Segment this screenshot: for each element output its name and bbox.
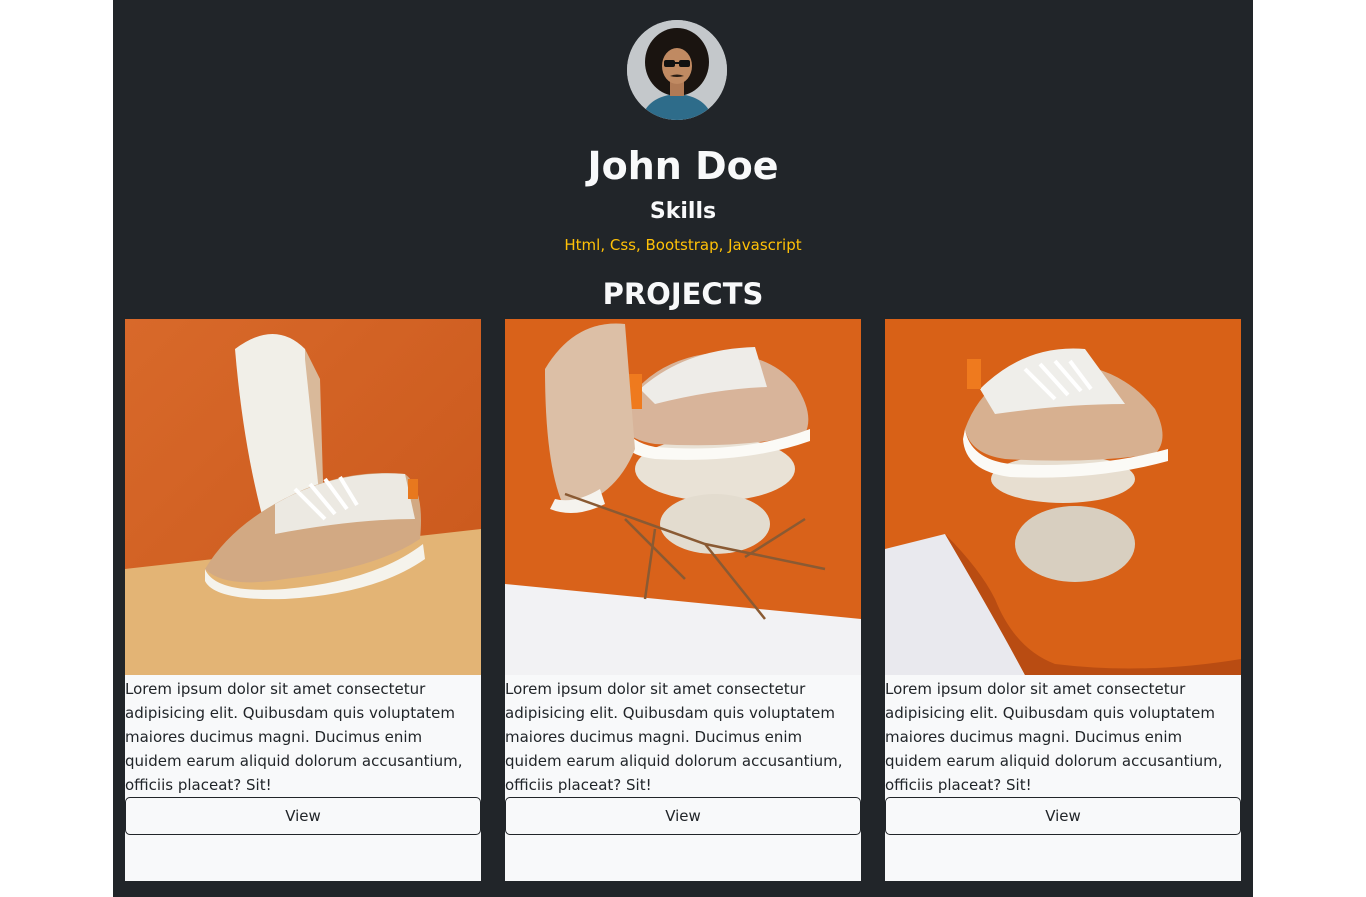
project-card: Lorem ipsum dolor sit amet consectetur a… [885, 319, 1241, 881]
skills-list: Html, Css, Bootstrap, Javascript [564, 236, 802, 254]
project-description: Lorem ipsum dolor sit amet consectetur a… [125, 680, 463, 794]
profile-photo-icon [627, 20, 727, 120]
project-card: Lorem ipsum dolor sit amet consectetur a… [125, 319, 481, 881]
projects-heading: PROJECTS [602, 277, 764, 311]
sneaker-on-stones-photo-icon [505, 319, 861, 675]
project-description: Lorem ipsum dolor sit amet consectetur a… [885, 680, 1223, 794]
avatar [627, 20, 727, 120]
sneaker-photo-icon [125, 319, 481, 675]
view-button[interactable]: View [505, 797, 861, 835]
project-description: Lorem ipsum dolor sit amet consectetur a… [505, 680, 843, 794]
view-button[interactable]: View [885, 797, 1241, 835]
view-button[interactable]: View [125, 797, 481, 835]
profile-name: John Doe [587, 144, 779, 188]
project-card: Lorem ipsum dolor sit amet consectetur a… [505, 319, 861, 881]
portfolio-page: John Doe Skills Html, Css, Bootstrap, Ja… [113, 0, 1253, 897]
sneaker-on-rocks-photo-icon [885, 319, 1241, 675]
skills-heading: Skills [649, 199, 717, 224]
